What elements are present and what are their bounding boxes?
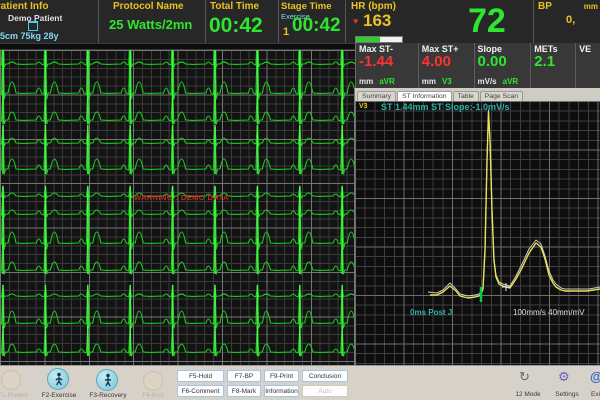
exit-icon[interactable]: @ [590,370,600,384]
protocol-panel: Protocol Name 25 Watts/2mn [98,0,205,43]
max-st-minus-unit: mm [359,77,373,86]
stage-time-panel: Stage Time Exercise 1 00:42 [278,0,345,43]
exercise-phase-button[interactable] [47,368,69,390]
exercise-person-icon [51,371,67,387]
total-time-value: 00:42 [209,14,263,38]
header-bar: Patient Info Demo Patient 5cm 75kg 28y P… [0,0,600,43]
slope-value: 0.00 [478,54,528,70]
hr-panel: HR (bpm) ♥ 163 72 [345,0,533,43]
max-st-minus-value: -1.44 [359,54,415,70]
settings-label: Settings [549,391,585,398]
settings-icon[interactable]: ⚙ [558,370,570,384]
max-st-minus-lead: aVR [379,77,395,86]
stage-number: 1 [283,26,289,38]
pretest-phase-button[interactable] [1,370,21,390]
protocol-value: 25 Watts/2mn [109,17,192,32]
recovery-person-icon [100,372,116,388]
patient-info-title: Patient Info [0,1,48,12]
max-st-plus-lead: V3 [442,77,452,86]
pretest-phase-label: F1-Pretest [0,392,35,399]
tab-page-scan[interactable]: Page Scan [480,91,523,101]
12-mode-icon[interactable]: ↻ [519,370,530,384]
recovery-phase-button[interactable] [96,369,118,391]
stage-time-label: Stage Time [281,1,332,12]
protocol-label: Protocol Name [113,1,184,12]
slope-column: Slope 0.00 mV/saVR [474,43,531,88]
hr-target: 163 [363,11,391,31]
comment-button[interactable]: F6-Comment [177,385,224,397]
mets-column: METs 2.1 [530,43,575,88]
chart-footer-left: 0ms Post J [410,308,452,317]
stage-time-value: 00:42 [292,15,341,37]
chart-annotation: ST 1.44mm ST Slope:-1.0mV/s [381,102,510,112]
heart-icon: ♥ [353,16,358,26]
exercise-phase-label: F2-Exercise [33,392,85,399]
mark-button[interactable]: F8-Mark [227,385,261,397]
bp-unit: mm [584,2,598,11]
end-phase-label: F4-End [133,392,173,399]
hr-progress-fill [356,37,380,42]
st-complex-trace [355,101,600,365]
max-st-plus-column: Max ST+ 4.00 mmV3 [418,43,474,88]
patient-device-icon [28,21,38,31]
ecg-waveform-area: WARNING : DEMO DATA [0,50,355,365]
bp-label: BP [538,1,552,12]
ve-column: VE [575,43,600,88]
demo-data-warning: WARNING : DEMO DATA [134,193,229,202]
print-button[interactable]: F9-Print [264,370,299,382]
tab-table[interactable]: Table [453,91,479,101]
st-measurements-panel: Max ST- -1.44 mmaVR Max ST+ 4.00 mmV3 Sl… [355,43,600,88]
bp-panel: BP mm 0, [533,0,600,43]
stress-test-application: Patient Info Demo Patient 5cm 75kg 28y P… [0,0,600,400]
chart-lead-label: V3 [359,103,368,110]
beat-event-strip [0,43,355,50]
max-st-plus-unit: mm [422,77,436,86]
mets-value: 2.1 [534,54,572,70]
exit-label: Exit [591,391,600,398]
end-phase-button[interactable] [143,371,163,391]
recovery-phase-label: F3-Recovery [82,392,134,399]
ecg-traces [0,50,355,365]
hold-button[interactable]: F5-Hold [177,370,224,382]
patient-details: 5cm 75kg 28y [0,31,59,41]
report-tabs: Summary ST Information Table Page Scan [355,88,600,101]
slope-unit: mV/s [478,77,497,86]
total-time-panel: Total Time 00:42 [205,0,278,43]
bp-button[interactable]: F7-BP [227,370,261,382]
conclusion-button[interactable]: Conclusion [302,370,348,382]
chart-footer-right: 100mm/s 40mm/mV [513,308,585,317]
tab-summary[interactable]: Summary [357,91,396,101]
hr-progress-bar [355,36,403,43]
12-mode-label: 12 Mode [510,391,546,398]
max-st-plus-value: 4.00 [422,54,471,70]
auto-button[interactable]: Auto [302,385,348,397]
bp-value: 0, [566,14,575,26]
total-time-label: Total Time [210,1,259,12]
ve-label: VE [579,44,597,54]
hr-value: 72 [468,2,506,41]
bottom-toolbar: F1-Pretest F2-Exercise F3-Recovery F4-En… [0,365,600,400]
tab-st-information[interactable]: ST Information [397,91,451,101]
max-st-minus-column: Max ST- -1.44 mmaVR [356,43,418,88]
slope-lead: aVR [503,77,519,86]
information-button[interactable]: Information [264,385,299,397]
st-complex-chart: V3 ST 1.44mm ST Slope:-1.0mV/s 0ms Post … [355,101,600,365]
patient-info-panel: Patient Info Demo Patient 5cm 75kg 28y [0,0,98,43]
